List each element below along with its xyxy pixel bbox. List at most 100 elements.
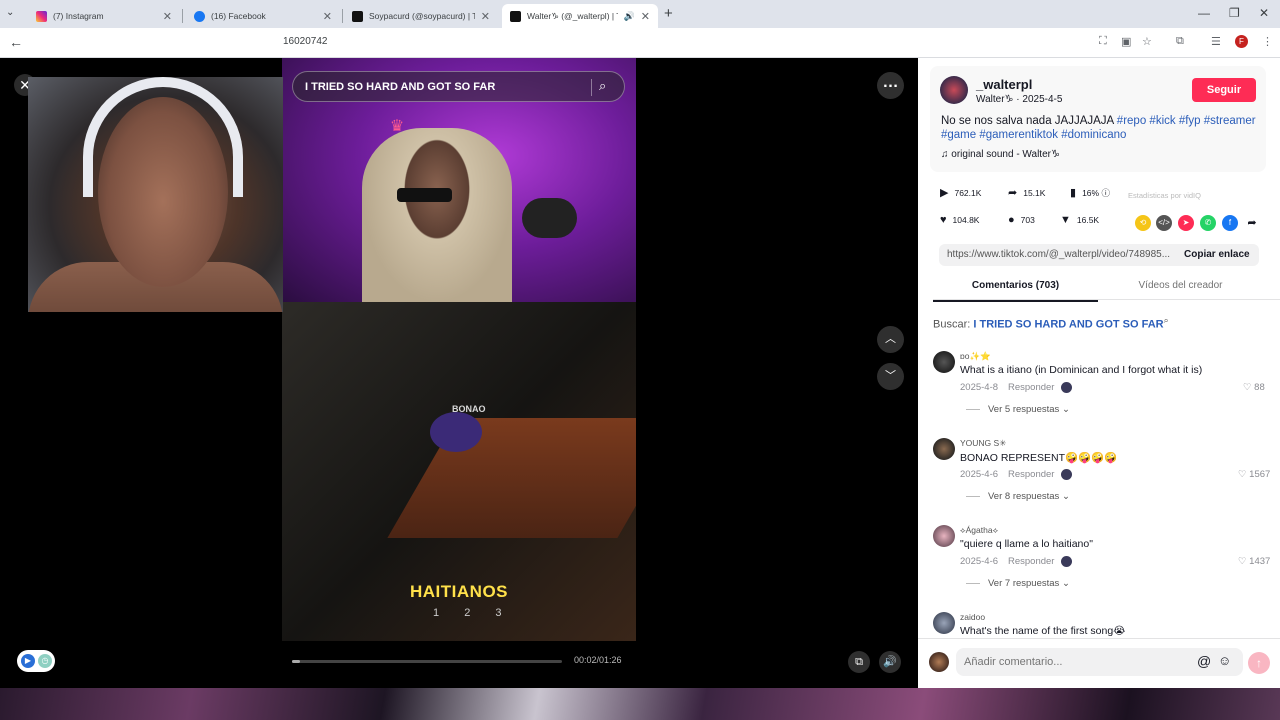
tiktok-icon [510,10,521,22]
reply-button[interactable]: Responder [1008,556,1054,567]
install-app-icon[interactable]: ▣ [1121,35,1131,48]
video-progress-bar[interactable] [292,660,562,663]
more-share-icon[interactable]: ➦ [1244,215,1260,231]
video-player[interactable]: ♛ BONAO HAITIANOS 1 2 3 [282,58,636,641]
mention-icon[interactable]: @ [1197,653,1211,669]
search-icon[interactable]: ⌕ [599,78,606,94]
commenter-name[interactable]: ⟡Ágatha⟡ [960,525,998,536]
tab-facebook[interactable]: (16) Facebook ✕ [186,4,340,28]
translate-icon[interactable]: ⛶ [1099,35,1107,48]
hashtag-link[interactable]: #fyp [1179,115,1201,127]
close-tab-icon[interactable]: ✕ [163,10,172,23]
commenter-name[interactable]: ɒo✨⭐ [960,351,991,362]
view-replies-button[interactable]: Ver 7 respuestas ⌄ [966,578,1070,589]
hashtag-link[interactable]: #repo [1117,115,1146,127]
view-replies-button[interactable]: Ver 8 respuestas ⌄ [966,491,1070,502]
tab-creator-videos[interactable]: Vídeos del creador [1098,280,1263,291]
copy-link-button[interactable]: Copiar enlace [1184,249,1250,260]
reply-button[interactable]: Responder [1008,469,1054,480]
emoji-icon[interactable]: ☺ [1218,653,1231,668]
heart-outline-icon[interactable]: ♡ [1243,382,1252,393]
close-window-icon[interactable]: ✕ [1259,6,1269,20]
creator-liked-avatar [1061,556,1072,567]
follow-button[interactable]: Seguir [1192,78,1256,102]
saves-stat[interactable]: ▼ 16.5K [1060,214,1099,226]
creator-display-name: Walter♑ [976,94,1014,105]
address-bar[interactable]: 16020742 [283,36,328,47]
commenter-avatar[interactable] [933,438,955,460]
saves-count: 16.5K [1076,215,1100,225]
creator-avatar[interactable] [940,76,968,104]
comment-like-button[interactable]: ♡ 88 [1243,382,1265,393]
sound-link[interactable]: ♫ original sound - Walter♑ [941,149,1060,160]
creator-handle[interactable]: _walterpl [976,77,1032,92]
comment-like-button[interactable]: ♡ 1437 [1238,556,1270,567]
browser-menu-icon[interactable]: ⋮ [1262,35,1273,48]
heart-icon[interactable]: ♥ [940,214,947,226]
comments-stat[interactable]: ● 703 [1008,214,1035,226]
view-replies-label: Ver 5 respuestas [988,404,1060,415]
tab-comments[interactable]: Comentarios (703) [933,280,1098,302]
extension-clock-icon[interactable]: ◷ [38,654,52,668]
new-tab-icon[interactable]: + [664,5,673,22]
audio-playing-icon[interactable]: 🔊 [624,11,635,22]
tab-walter-active[interactable]: Walter♑ (@_walterpl) | TikT 🔊 ✕ [502,4,658,28]
embed-icon[interactable]: </> [1156,215,1172,231]
hashtag-link[interactable]: #game [941,129,976,141]
tab-soypacurd[interactable]: Soypacurd (@soypacurd) | TikTok ✕ [344,4,498,28]
commenter-avatar[interactable] [933,612,955,634]
next-video-button[interactable]: ﹀ [877,363,904,390]
send-comment-icon[interactable]: ↑ [1248,652,1270,674]
reading-list-icon[interactable]: ☰ [1211,35,1221,48]
tab-search-chevron-icon[interactable]: ⌄ [6,7,14,18]
extension-play-icon[interactable]: ▶ [21,654,35,668]
restore-icon[interactable]: ❐ [1229,6,1240,20]
comment-input[interactable] [962,652,1192,672]
comment-like-button[interactable]: ♡ 1567 [1238,469,1270,480]
heart-outline-icon[interactable]: ♡ [1238,469,1247,480]
comment-bubble-icon[interactable]: ● [1008,214,1015,226]
hashtag-link[interactable]: #dominicano [1061,129,1126,141]
view-replies-label: Ver 8 respuestas [988,491,1060,502]
volume-icon[interactable]: 🔊 [879,651,901,673]
commenter-avatar[interactable] [933,351,955,373]
extension-pill[interactable]: ▶ ◷ [17,650,55,672]
comment-date: 2025-4-8 [960,382,999,393]
video-search-input[interactable] [303,72,583,101]
tab-instagram[interactable]: (7) Instagram ✕ [28,4,180,28]
previous-video-button[interactable]: ︿ [877,326,904,353]
choice-number: 1 [433,607,440,619]
close-tab-icon[interactable]: ✕ [641,10,650,23]
info-icon[interactable]: ⓘ [1101,188,1110,198]
shares-count: 15.1K [1023,188,1046,198]
heart-outline-icon[interactable]: ♡ [1238,556,1247,567]
hashtag-link[interactable]: #streamer [1204,115,1256,127]
bookmark-star-icon[interactable]: ☆ [1142,35,1152,48]
likes-count: 104.8K [952,215,980,225]
bookmark-icon[interactable]: ▼ [1060,214,1071,226]
search-term[interactable]: I TRIED SO HARD AND GOT SO FAR [973,319,1163,331]
more-options-button[interactable]: … [877,72,904,99]
close-tab-icon[interactable]: ✕ [323,10,332,23]
commenter-name[interactable]: zaidoo [960,612,985,622]
comment-search-suggestion[interactable]: Buscar: I TRIED SO HARD AND GOT SO FAR⌕ [933,315,1169,331]
repost-icon[interactable]: ⟲ [1135,215,1151,231]
back-arrow-icon[interactable]: ← [9,34,23,50]
facebook-share-icon[interactable]: f [1222,215,1238,231]
send-to-friends-icon[interactable]: ➤ [1178,215,1194,231]
hashtag-link[interactable]: #kick [1149,115,1175,127]
commenter-avatar[interactable] [933,525,955,547]
commenter-name[interactable]: YOUNG S✳ [960,438,1006,449]
my-avatar[interactable] [929,652,949,672]
post-link[interactable]: https://www.tiktok.com/@_walterpl/video/… [947,249,1172,260]
minimize-icon[interactable]: — [1198,6,1210,20]
reply-button[interactable]: Responder [1008,382,1054,393]
whatsapp-icon[interactable]: ✆ [1200,215,1216,231]
likes-stat[interactable]: ♥ 104.8K [940,214,979,226]
hashtag-link[interactable]: #gamerentiktok [979,129,1058,141]
floating-player-icon[interactable]: ⧉ [848,651,870,673]
profile-avatar[interactable]: F [1235,35,1248,48]
close-tab-icon[interactable]: ✕ [481,10,490,23]
view-replies-button[interactable]: Ver 5 respuestas ⌄ [966,404,1070,415]
extensions-icon[interactable]: ⧉ [1176,35,1184,48]
